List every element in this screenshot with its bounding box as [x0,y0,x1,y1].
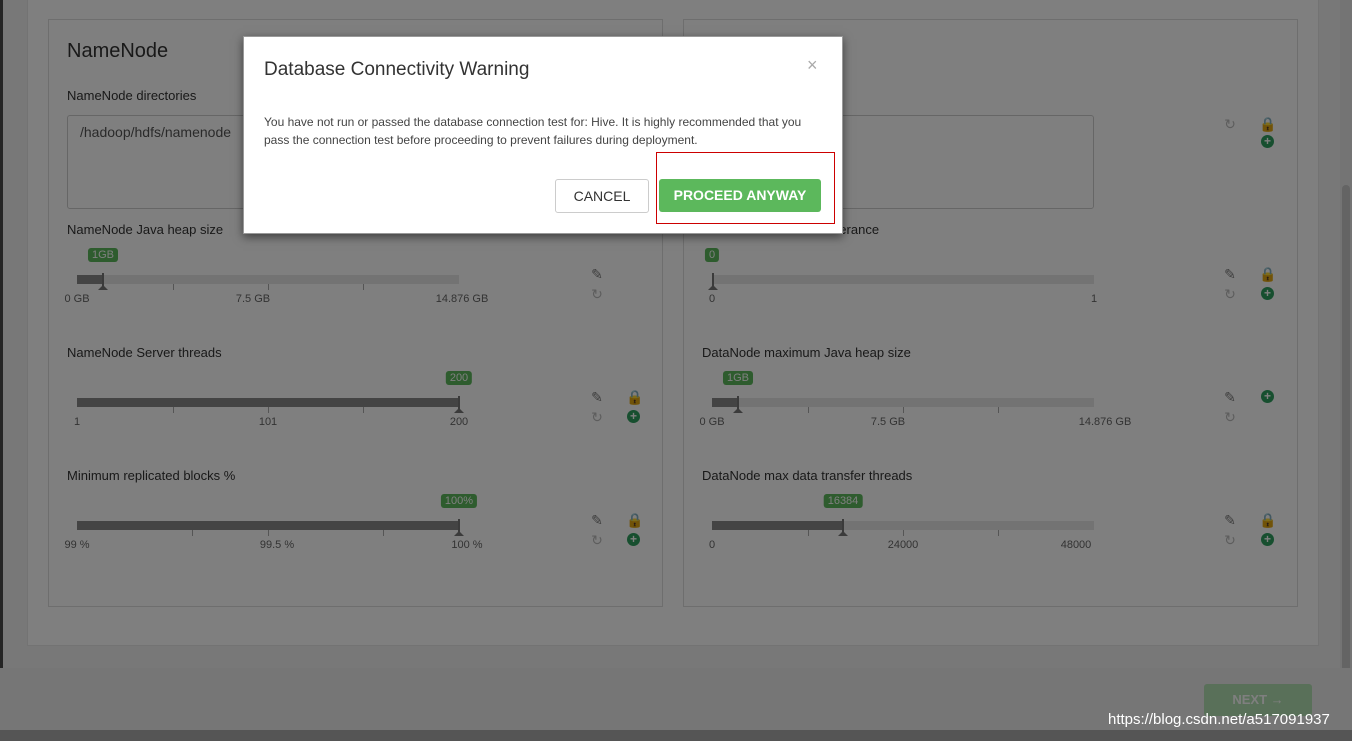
modal-title: Database Connectivity Warning [264,59,530,80]
close-icon[interactable]: × [807,55,818,76]
cancel-button[interactable]: CANCEL [555,179,649,213]
modal-message: You have not run or passed the database … [264,115,802,147]
watermark: https://blog.csdn.net/a517091937 [1108,711,1330,728]
annotation-highlight-box [656,152,835,224]
